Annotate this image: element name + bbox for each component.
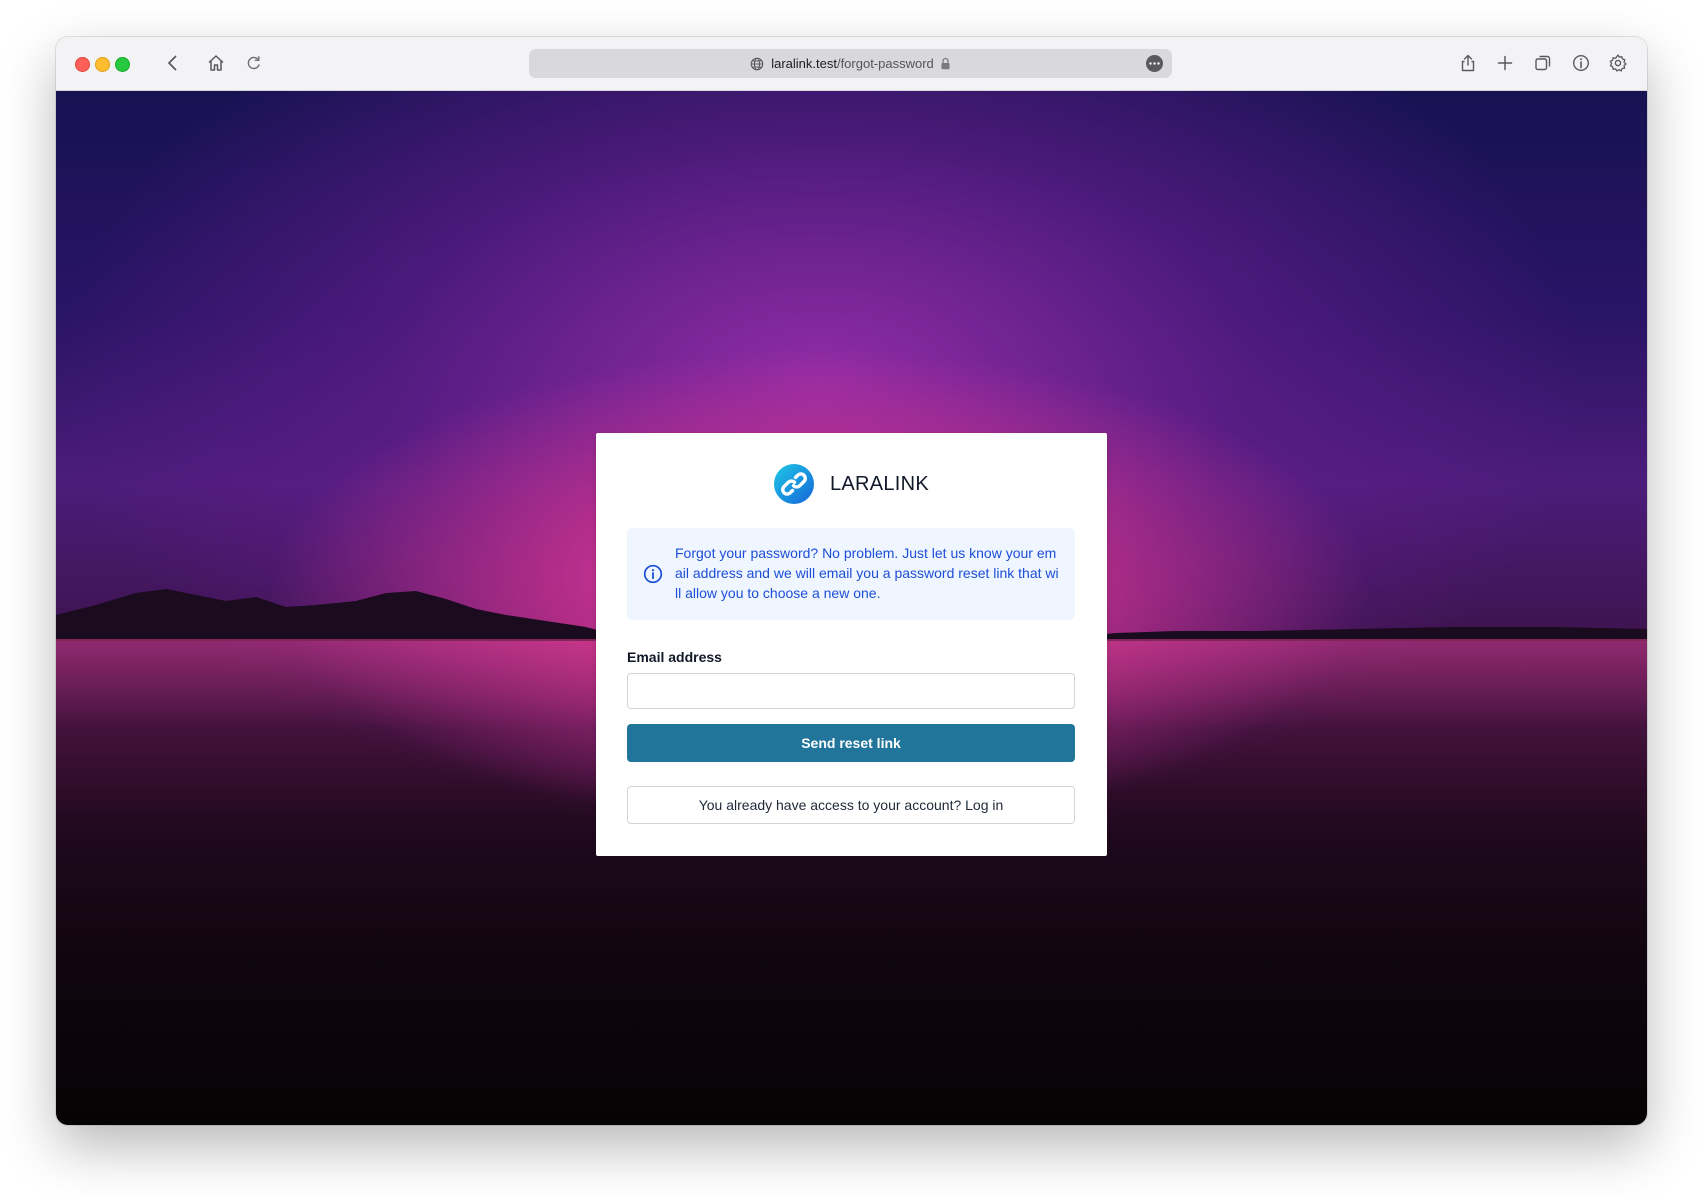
forgot-password-card: LARALINK Forgot your password? No proble… xyxy=(596,433,1107,856)
minimize-window-button[interactable] xyxy=(95,57,110,72)
browser-toolbar: laralink.test/forgot-password xyxy=(56,37,1647,91)
email-field[interactable] xyxy=(627,673,1075,709)
lock-icon xyxy=(941,57,950,70)
info-circle-icon xyxy=(643,564,663,584)
info-icon[interactable] xyxy=(1569,51,1593,75)
home-icon[interactable] xyxy=(204,51,228,75)
email-label: Email address xyxy=(627,649,722,665)
back-icon[interactable] xyxy=(161,51,185,75)
info-alert: Forgot your password? No problem. Just l… xyxy=(627,528,1075,620)
laralink-logo-icon xyxy=(773,464,814,504)
page-menu-icon[interactable] xyxy=(1146,55,1163,72)
send-reset-link-button[interactable]: Send reset link xyxy=(627,724,1075,762)
settings-icon[interactable] xyxy=(1606,51,1630,75)
brand-name: LARALINK xyxy=(829,472,930,495)
brand-header: LARALINK xyxy=(596,464,1107,504)
share-icon[interactable] xyxy=(1456,51,1480,75)
tabs-overview-icon[interactable] xyxy=(1531,51,1555,75)
address-bar[interactable]: laralink.test/forgot-password xyxy=(529,49,1172,78)
reload-icon[interactable] xyxy=(242,51,266,75)
alert-message: Forgot your password? No problem. Just l… xyxy=(675,545,1059,601)
url-path: /forgot-password xyxy=(836,56,934,71)
zoom-window-button[interactable] xyxy=(115,57,130,72)
browser-window: laralink.test/forgot-password LARALINK F… xyxy=(56,37,1647,1125)
close-window-button[interactable] xyxy=(75,57,90,72)
page-background: LARALINK Forgot your password? No proble… xyxy=(56,91,1647,1125)
globe-icon xyxy=(750,57,764,70)
new-tab-icon[interactable] xyxy=(1493,51,1517,75)
url-host: laralink.test xyxy=(771,56,837,71)
login-link[interactable]: You already have access to your account?… xyxy=(627,786,1075,824)
